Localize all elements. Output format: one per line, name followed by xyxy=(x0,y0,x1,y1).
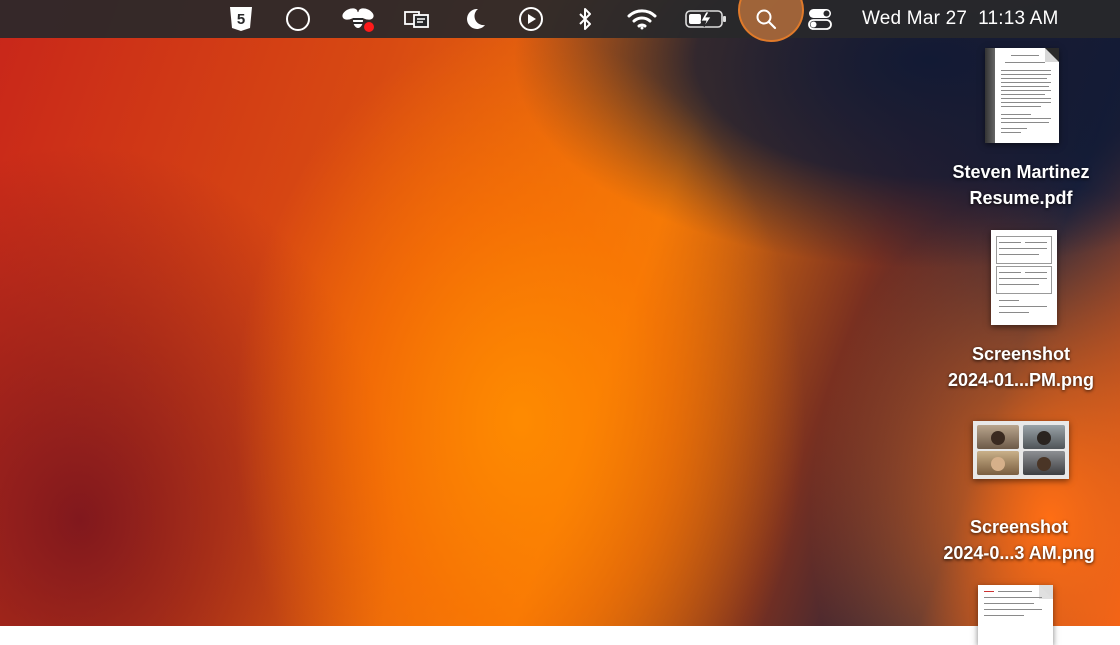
spotlight-search-icon[interactable] xyxy=(752,0,780,38)
desktop-item-label: Screenshot xyxy=(971,344,1071,364)
menu-bar-clock[interactable]: Wed Mar 27 11:13 AM xyxy=(862,0,1059,38)
html5-app-icon[interactable]: 5 xyxy=(227,0,255,38)
circle-app-icon[interactable] xyxy=(284,0,312,38)
desktop-item-screenshot-1[interactable]: Screenshot 2024-01...PM.png xyxy=(926,341,1116,393)
menu-bar: 5 Wed Mar 27 11:13 AM xyxy=(0,0,1120,42)
do-not-disturb-moon-icon[interactable] xyxy=(462,0,488,38)
bee-app-icon[interactable] xyxy=(340,0,376,38)
control-center-icon[interactable] xyxy=(806,0,834,38)
notification-dot xyxy=(364,22,374,32)
desktop-item-screenshot-2[interactable]: Screenshot 2024-0...3 AM.png xyxy=(924,514,1114,566)
video-call-screenshot-thumbnail[interactable] xyxy=(973,421,1069,479)
battery-charging-icon[interactable] xyxy=(684,0,728,38)
desktop-item-label: 2024-01...PM.png xyxy=(947,370,1095,390)
media-play-icon[interactable] xyxy=(517,0,545,38)
svg-text:5: 5 xyxy=(237,11,245,28)
desktop-item-label: Screenshot xyxy=(969,517,1069,537)
bluetooth-icon[interactable] xyxy=(574,0,596,38)
document-screenshot-thumbnail[interactable] xyxy=(978,585,1053,645)
wifi-icon[interactable] xyxy=(626,0,658,38)
desktop-item-label: 2024-0...3 AM.png xyxy=(943,543,1095,563)
desktop-item-resume[interactable]: Steven Martinez Resume.pdf xyxy=(926,159,1116,211)
desktop-item-label: Resume.pdf xyxy=(969,188,1073,208)
pdf-document-thumbnail[interactable] xyxy=(985,48,1059,143)
screen-mirroring-icon[interactable] xyxy=(402,0,432,38)
desktop-item-label: Steven Martinez xyxy=(952,162,1090,182)
document-screenshot-thumbnail[interactable] xyxy=(991,230,1057,325)
